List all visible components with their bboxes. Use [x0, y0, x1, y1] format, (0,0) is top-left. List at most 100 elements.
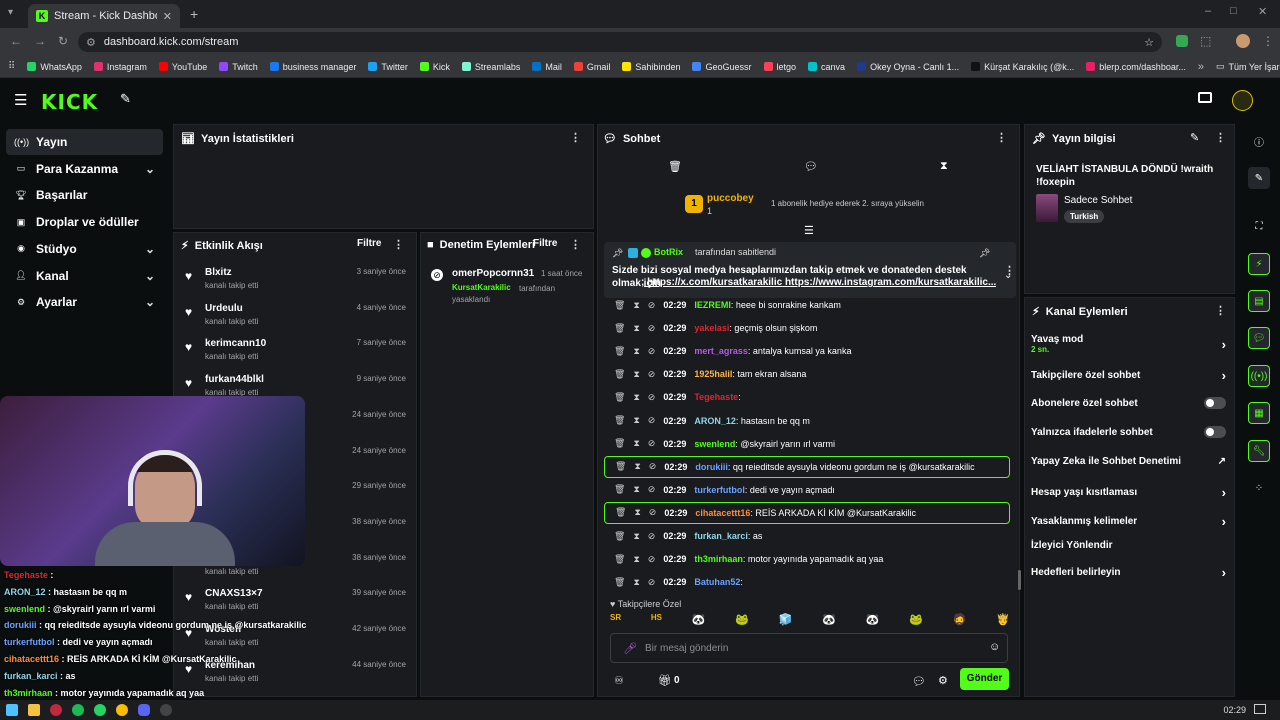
chat-message[interactable]: 🗑︎ ⧗ ⊘ 02:29 Tegehaste:	[604, 386, 1010, 408]
bookmark-item[interactable]: Okey Oyna - Canlı 1...	[857, 62, 959, 72]
send-button[interactable]: Gönder	[960, 668, 1009, 690]
bookmark-item[interactable]: YouTube	[158, 62, 207, 72]
bookmark-item[interactable]: Twitter	[368, 62, 408, 72]
edit-rail-icon[interactable]: ✎	[1248, 167, 1270, 189]
bookmark-item[interactable]: business manager	[269, 62, 356, 72]
chat-message[interactable]: 🗑︎ ⧗ ⊘ 02:29 mert_agrass: antalya kumsal ya …	[604, 340, 1010, 362]
trash-action-icon[interactable]: 🗑︎	[614, 346, 625, 357]
timeout-action-icon[interactable]: ⧗	[633, 577, 639, 588]
emote-button[interactable]: 🐸	[735, 613, 749, 629]
bookmark-star-icon[interactable]: ☆	[1144, 36, 1154, 49]
trash-action-icon[interactable]: 🗑︎	[614, 415, 625, 426]
chat-message[interactable]: 🗑︎ ⧗ ⊘ 02:29 ARON_12: hastasın be qq m	[604, 410, 1010, 432]
emote-button[interactable]: 🐼	[866, 613, 880, 629]
bookmark-item[interactable]: Instagram	[93, 62, 147, 72]
trash-action-icon[interactable]: 🗑︎	[614, 554, 625, 565]
channel-action-item[interactable]: Takipçilere özel sohbet ›	[1031, 368, 1226, 383]
chat-message[interactable]: 🗑︎ ⧗ ⊘ 02:29 yakelasi: geçmiş olsun şişkom	[604, 317, 1010, 339]
activity-filter-button[interactable]: Filtre	[357, 238, 381, 249]
sidebar-item-1[interactable]: ▭ Para Kazanma ⌄	[6, 156, 163, 182]
notification-icon[interactable]	[1254, 704, 1266, 714]
spotify-icon[interactable]	[72, 704, 84, 716]
chat-username[interactable]: Batuhan52	[694, 577, 740, 587]
info-icon[interactable]: ⓘ	[1248, 130, 1270, 152]
chrome-icon[interactable]	[116, 704, 128, 716]
chat-username[interactable]: yakelasi	[694, 323, 729, 333]
chat-settings-icon[interactable]: ⚙	[938, 674, 948, 687]
timeout-action-icon[interactable]: ⧗	[633, 392, 639, 403]
sidebar-item-2[interactable]: 🏆︎ Başarılar	[6, 182, 163, 208]
bookmark-item[interactable]: Kick	[419, 62, 450, 72]
bookmark-item[interactable]: canva	[808, 62, 845, 72]
ban-action-icon[interactable]: ⊘	[648, 300, 656, 311]
emote-button[interactable]: HS	[651, 613, 662, 629]
layout-rail-icon[interactable]: ▦	[1248, 402, 1270, 424]
timeout-action-icon[interactable]: ⧗	[634, 461, 640, 472]
trash-action-icon[interactable]: 🗑︎	[614, 484, 625, 495]
timeout-action-icon[interactable]: ⧗	[633, 346, 639, 357]
chat-rail-icon[interactable]: 💬︎	[1248, 327, 1270, 349]
bookmark-item[interactable]: WhatsApp	[27, 62, 82, 72]
chat-message[interactable]: 🗑︎ ⧗ ⊘ 02:29 IEZREMI: heee bi sonrakine kank…	[604, 294, 1010, 316]
trash-action-icon[interactable]: 🗑︎	[614, 323, 625, 334]
chat-username[interactable]: th3mirhaan	[694, 554, 743, 564]
channel-action-item[interactable]: Yalnızca ifadelerle sohbet	[1031, 426, 1226, 438]
emote-button[interactable]: 🐸	[909, 613, 923, 629]
stats-menu-icon[interactable]: ⋮	[570, 131, 581, 144]
chat-message[interactable]: 🗑︎ ⧗ ⊘ 02:29 Batuhan52:	[604, 571, 1010, 593]
ban-action-icon[interactable]: ⊘	[648, 438, 656, 449]
timeout-action-icon[interactable]: ⧗	[633, 369, 639, 380]
ban-action-icon[interactable]: ⊘	[648, 392, 656, 403]
chat-message[interactable]: 🗑︎ ⧗ ⊘ 02:29 turkerfutbol: dedi ve yayın açm…	[604, 479, 1010, 501]
browser-tab[interactable]: K Stream - Kick Dashboard ✕	[28, 4, 180, 28]
chat-username[interactable]: swenlend	[694, 439, 735, 449]
new-tab-button[interactable]: +	[190, 6, 198, 22]
apps-grid-icon[interactable]: ⠿	[8, 61, 15, 72]
tab-menu-icon[interactable]: ▾	[8, 7, 13, 18]
bookmark-item[interactable]: letgo	[763, 62, 796, 72]
channel-action-item[interactable]: Hesap yaşı kısıtlaması ›	[1031, 485, 1226, 500]
emote-button[interactable]: 🐼	[822, 613, 836, 629]
timeout-action-icon[interactable]: ⧗	[633, 300, 639, 311]
tools-icon[interactable]: ✎	[120, 91, 131, 107]
emote-button[interactable]: 🧔	[953, 613, 967, 629]
bookmark-item[interactable]: Twitch	[219, 62, 258, 72]
channel-action-item[interactable]: Abonelere özel sohbet	[1031, 397, 1226, 409]
trash-action-icon[interactable]: 🗑︎	[614, 531, 625, 542]
emote-button[interactable]: 🤴	[996, 613, 1010, 629]
channel-action-item[interactable]: Hedefleri belirleyin ›	[1031, 565, 1226, 580]
chat-username[interactable]: mert_agrass	[694, 346, 748, 356]
chat-message[interactable]: 🗑︎ ⧗ ⊘ 02:29 th3mirhaan: motor yayınıda yapa…	[604, 548, 1010, 570]
windows-start-icon[interactable]	[6, 704, 18, 716]
chat-tab-icon[interactable]: 💬︎	[804, 160, 818, 173]
chat-username[interactable]: dorukiii	[695, 462, 728, 472]
bookmark-item[interactable]: GeoGuessr	[692, 62, 752, 72]
browser-menu-icon[interactable]: ⋮	[1262, 34, 1274, 48]
gift-icon[interactable]: 🎁︎	[658, 674, 672, 687]
trash-action-icon[interactable]: 🗑︎	[615, 461, 626, 472]
toggle-switch[interactable]	[1204, 426, 1226, 438]
sidebar-item-0[interactable]: ((•)) Yayın	[6, 129, 163, 155]
chat-input[interactable]: 🎤︎ Bir mesaj gönderin ☺	[610, 633, 1008, 663]
hamburger-menu-icon[interactable]: ☰	[14, 91, 27, 109]
trash-action-icon[interactable]: 🗑︎	[614, 300, 625, 311]
profile-avatar[interactable]	[1236, 34, 1250, 48]
mod-filter-button[interactable]: Filtre	[533, 238, 557, 249]
trash-action-icon[interactable]: 🗑︎	[615, 507, 626, 518]
close-tab-icon[interactable]: ✕	[163, 10, 172, 23]
activity-row[interactable]: ♥ keremihan kanalı takip etti 44 saniye önc…	[185, 660, 410, 694]
chat-username[interactable]: ARON_12	[694, 416, 736, 426]
channel-action-item[interactable]: İzleyici Yönlendir	[1031, 540, 1226, 551]
sidebar-item-4[interactable]: ◉ Stüdyo ⌄	[6, 236, 163, 262]
bookmark-item[interactable]: Mail	[532, 62, 562, 72]
chat-username[interactable]: cihatacettt16	[695, 508, 750, 518]
bookmark-item[interactable]: Gmail	[573, 62, 610, 72]
kick-logo[interactable]: KICK	[41, 90, 98, 114]
mod-menu-icon[interactable]: ⋮	[570, 238, 581, 251]
chat-scrollbar[interactable]	[1018, 570, 1021, 590]
edit-stream-info-icon[interactable]: ✎	[1190, 131, 1199, 144]
activity-row[interactable]: ♥ Urdeulu kanalı takip etti 4 saniye önce	[185, 303, 410, 337]
ban-action-icon[interactable]: ⊘	[648, 484, 656, 495]
category-name[interactable]: Sadece Sohbet	[1064, 195, 1132, 206]
forward-icon[interactable]: →	[34, 34, 46, 48]
